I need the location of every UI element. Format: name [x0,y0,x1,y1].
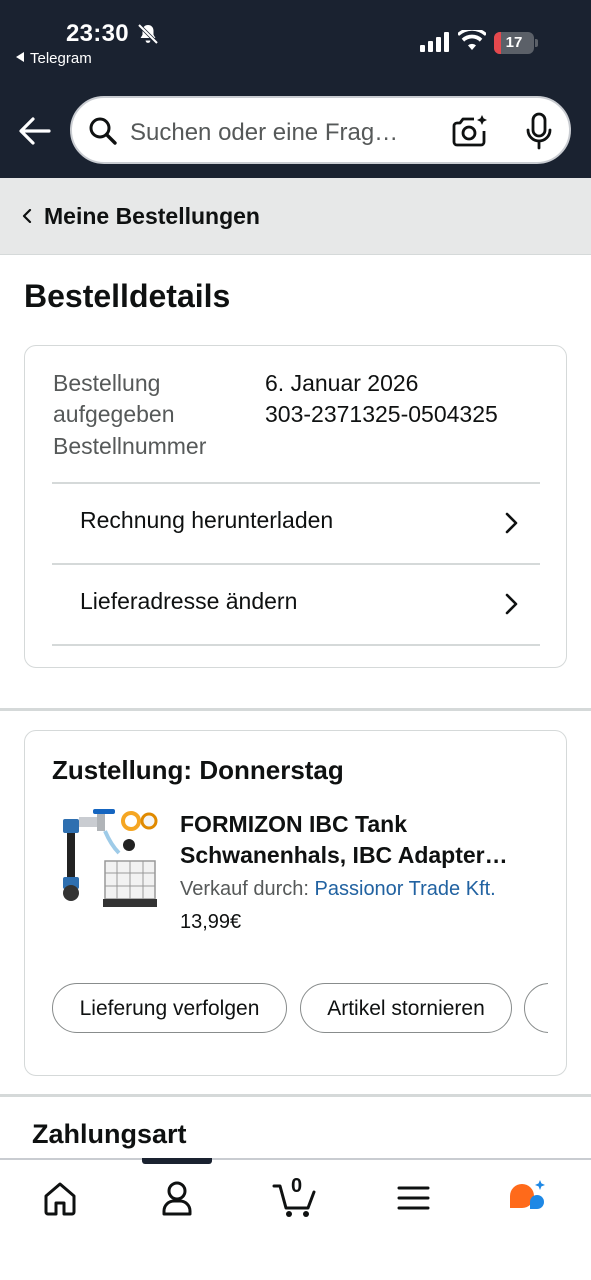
search-icon [89,117,117,145]
breadcrumb-label: Meine Bestellungen [44,203,260,229]
back-arrow-icon[interactable] [18,116,52,146]
order-number: 303-2371325-0504325 [265,401,498,427]
action-button-scroller[interactable]: Lieferung verfolgen Artikel stornieren P… [52,983,548,1035]
product-price: 13,99€ [180,911,242,933]
seller-prefix: Verkauf durch: [180,878,309,900]
order-info-card: Bestellung aufgegeben Bestellnummer 6. J… [24,345,567,668]
microphone-icon[interactable] [524,112,554,150]
order-placed-label-line1: Bestellung [53,370,161,396]
download-invoice-row[interactable]: Rechnung herunterladen [52,482,540,562]
menu-icon[interactable] [384,1174,444,1222]
rufus-assistant-icon[interactable] [500,1174,560,1222]
wifi-icon [458,30,486,50]
search-input[interactable] [130,116,430,150]
section-divider [0,1094,591,1097]
order-placed-label-line2: aufgegeben [53,401,175,427]
change-address-row[interactable]: Lieferadresse ändern [52,563,540,643]
section-divider [0,708,591,711]
seller-info: Verkauf durch: Passionor Trade Kft. [180,878,496,901]
delivery-title: Zustellung: Donnerstag [52,755,344,785]
payment-section-title: Zahlungsart [32,1119,187,1149]
back-to-app-link[interactable]: Telegram [16,50,92,67]
product-image[interactable] [49,807,161,915]
page-title: Bestelldetails [24,278,231,314]
seller-link[interactable]: Passionor Trade Kft. [315,878,496,900]
home-icon[interactable] [30,1174,90,1222]
download-invoice-label: Rechnung herunterladen [80,507,334,533]
chevron-right-icon [505,512,518,534]
track-delivery-button[interactable]: Lieferung verfolgen [52,983,287,1033]
battery-level: 17 [505,34,523,51]
battery-indicator: 17 [494,32,538,54]
cellular-signal-icon [420,32,449,52]
product-name[interactable]: FORMIZON IBC Tank Schwanenhals, IBC Adap… [180,809,550,871]
divider [52,644,540,646]
chevron-left-icon [22,209,32,223]
account-icon[interactable] [147,1174,207,1222]
product-name-line2: Schwanenhals, IBC Adapter… [180,842,508,868]
cancel-item-button[interactable]: Artikel stornieren [300,983,512,1033]
order-date: 6. Januar 2026 [265,370,419,396]
back-triangle-icon [16,52,24,62]
active-tab-indicator [142,1158,212,1164]
chevron-right-icon [505,593,518,615]
search-bar[interactable] [70,96,571,164]
cart-count-badge: 0 [291,1175,303,1197]
status-time: 23:30 [66,20,129,47]
product-name-line1: FORMIZON IBC Tank [180,811,408,837]
more-actions-button[interactable]: Pr [524,983,548,1033]
delivery-card: Zustellung: Donnerstag FORMIZON IBC Tank… [24,730,567,1076]
change-address-label: Lieferadresse ändern [80,588,298,614]
back-app-label: Telegram [30,50,92,67]
order-number-label: Bestellnummer [53,433,207,459]
breadcrumb[interactable]: Meine Bestellungen [0,178,591,255]
bell-muted-icon [137,23,159,45]
camera-lens-icon[interactable] [452,114,488,148]
